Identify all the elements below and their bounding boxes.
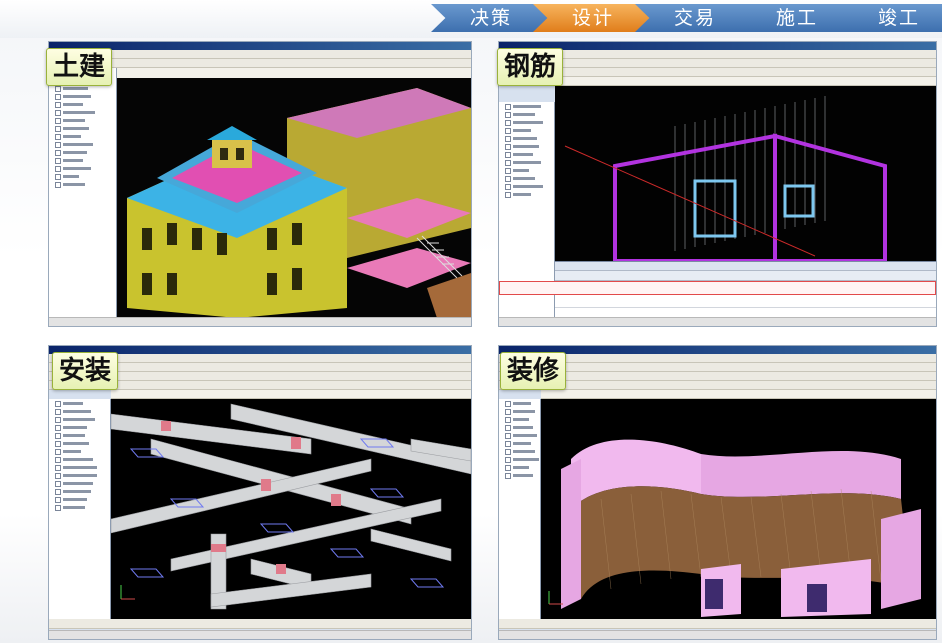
element-tree: [49, 399, 111, 619]
civil-label: 土建: [46, 48, 113, 86]
phase-decision[interactable]: 决策: [431, 4, 551, 32]
toolbar-view: [541, 390, 936, 399]
toolbar: [49, 59, 471, 68]
window-titlebar: [499, 42, 936, 50]
bottom-toolbar: [49, 619, 471, 629]
3d-viewport[interactable]: [541, 399, 936, 619]
toolbar-view: [111, 390, 471, 399]
status-bar: [499, 317, 936, 326]
toolbar-tertiary: [555, 77, 936, 86]
duct-model: [111, 399, 471, 619]
interior-decoration-model: [541, 399, 936, 619]
element-tree: [49, 68, 117, 318]
3d-viewport[interactable]: [111, 399, 471, 619]
rebar-wall-model: [555, 86, 936, 261]
decor-label: 装修: [500, 352, 567, 390]
rebar-label: 钢筋: [497, 48, 564, 86]
building-model: [117, 78, 471, 318]
rebar-table[interactable]: [499, 261, 936, 318]
bottom-toolbar: [499, 619, 936, 629]
top-bar: 决策 设计 交易 施工 竣工: [0, 0, 942, 38]
phase-breadcrumb: 决策 设计 交易 施工 竣工: [431, 4, 942, 32]
phase-design[interactable]: 设计: [533, 4, 653, 32]
menu-bar: [499, 50, 936, 59]
status-bar: [499, 630, 936, 639]
phase-construction[interactable]: 施工: [737, 4, 857, 32]
phase-trading[interactable]: 交易: [635, 4, 755, 32]
menu-bar: [49, 50, 471, 59]
toolbar-secondary: [499, 68, 936, 77]
phase-completion[interactable]: 竣工: [839, 4, 942, 32]
3d-viewport[interactable]: [117, 78, 471, 318]
rebar-screenshot: [498, 41, 937, 327]
status-bar: [49, 630, 471, 639]
3d-viewport[interactable]: [555, 86, 936, 261]
status-bar: [49, 317, 471, 326]
install-label: 安装: [52, 352, 119, 390]
element-tree: [499, 399, 541, 619]
window-titlebar: [49, 42, 471, 50]
toolbar: [499, 59, 936, 68]
